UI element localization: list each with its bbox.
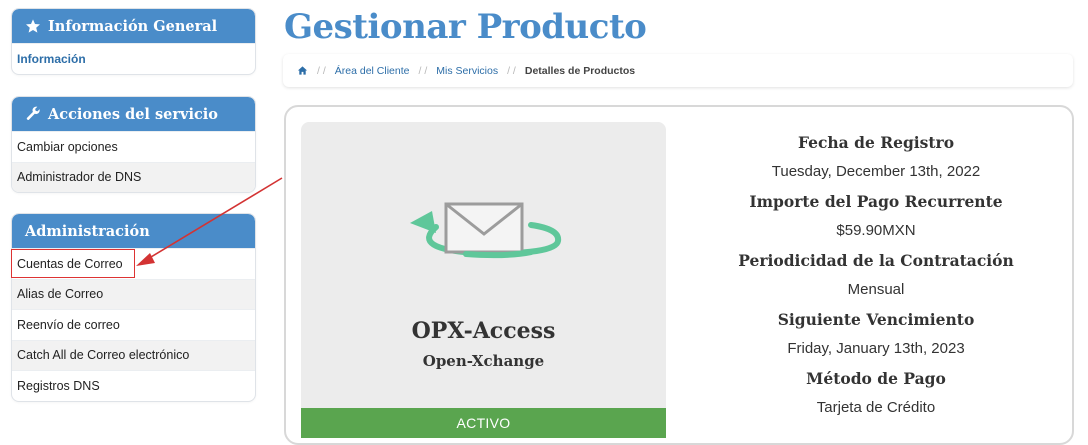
detail-label-payment-method: Método de Pago	[806, 369, 946, 388]
sidebar-item-registros-dns[interactable]: Registros DNS	[12, 370, 255, 401]
sidebar-item-reenvio-de-correo[interactable]: Reenvío de correo	[12, 309, 255, 340]
envelope-icon	[410, 202, 562, 259]
service-actions-panel: Acciones del servicio Cambiar opciones A…	[11, 96, 256, 193]
detail-label-next-due-date: Siguiente Vencimiento	[777, 310, 975, 329]
breadcrumb-separator: / /	[507, 64, 516, 77]
detail-value-next-due-date: Friday, January 13th, 2023	[787, 340, 965, 357]
detail-value-registration-date: Tuesday, December 13th, 2022	[771, 163, 981, 180]
annotation-highlight-box	[11, 249, 135, 278]
sidebar-item-catch-all[interactable]: Catch All de Correo electrónico	[12, 339, 255, 370]
detail-value-billing-cycle: Mensual	[847, 281, 905, 298]
page-title: Gestionar Producto	[284, 7, 647, 47]
breadcrumb-separator: / /	[317, 64, 326, 77]
administration-title: Administración	[25, 222, 150, 240]
service-actions-title: Acciones del servicio	[48, 105, 218, 123]
service-actions-header: Acciones del servicio	[12, 97, 255, 131]
detail-label-registration-date: Fecha de Registro	[797, 133, 955, 152]
home-icon[interactable]	[297, 65, 308, 76]
sidebar-item-alias-de-correo[interactable]: Alias de Correo	[12, 278, 255, 309]
product-summary-box: OPX-Access Open-Xchange	[301, 122, 666, 422]
breadcrumb-link-area-cliente[interactable]: Área del Cliente	[335, 65, 410, 77]
detail-label-recurring-amount: Importe del Pago Recurrente	[749, 192, 1003, 211]
breadcrumb-separator: / /	[418, 64, 428, 77]
breadcrumb-current: Detalles de Productos	[524, 64, 636, 77]
info-panel-title: Información General	[48, 17, 218, 35]
status-badge: ACTIVO	[301, 408, 666, 438]
breadcrumb: / / Área del Cliente / / Mis Servicios /…	[283, 54, 1073, 87]
administration-header: Administración	[12, 214, 255, 248]
breadcrumb-link-mis-servicios[interactable]: Mis Servicios	[436, 65, 498, 77]
administration-panel: Administración Cuentas de Correo Alias d…	[11, 213, 256, 402]
star-icon	[26, 19, 40, 33]
info-panel-header: Información General	[12, 9, 255, 43]
sidebar-item-administrador-dns[interactable]: Administrador de DNS	[12, 161, 255, 192]
detail-label-billing-cycle: Periodicidad de la Contratación	[738, 251, 1014, 270]
detail-value-payment-method: Tarjeta de Crédito	[816, 399, 936, 416]
sidebar-item-informacion[interactable]: Información	[12, 43, 255, 74]
info-panel: Información General Información	[11, 8, 256, 75]
product-name: OPX-Access	[411, 318, 556, 344]
product-group: Open-Xchange	[422, 352, 545, 370]
product-details: Fecha de Registro Tuesday, December 13th…	[676, 128, 1076, 423]
sidebar-item-cambiar-opciones[interactable]: Cambiar opciones	[12, 131, 255, 162]
detail-value-recurring-amount: $59.90MXN	[836, 222, 916, 239]
wrench-icon	[26, 106, 40, 120]
